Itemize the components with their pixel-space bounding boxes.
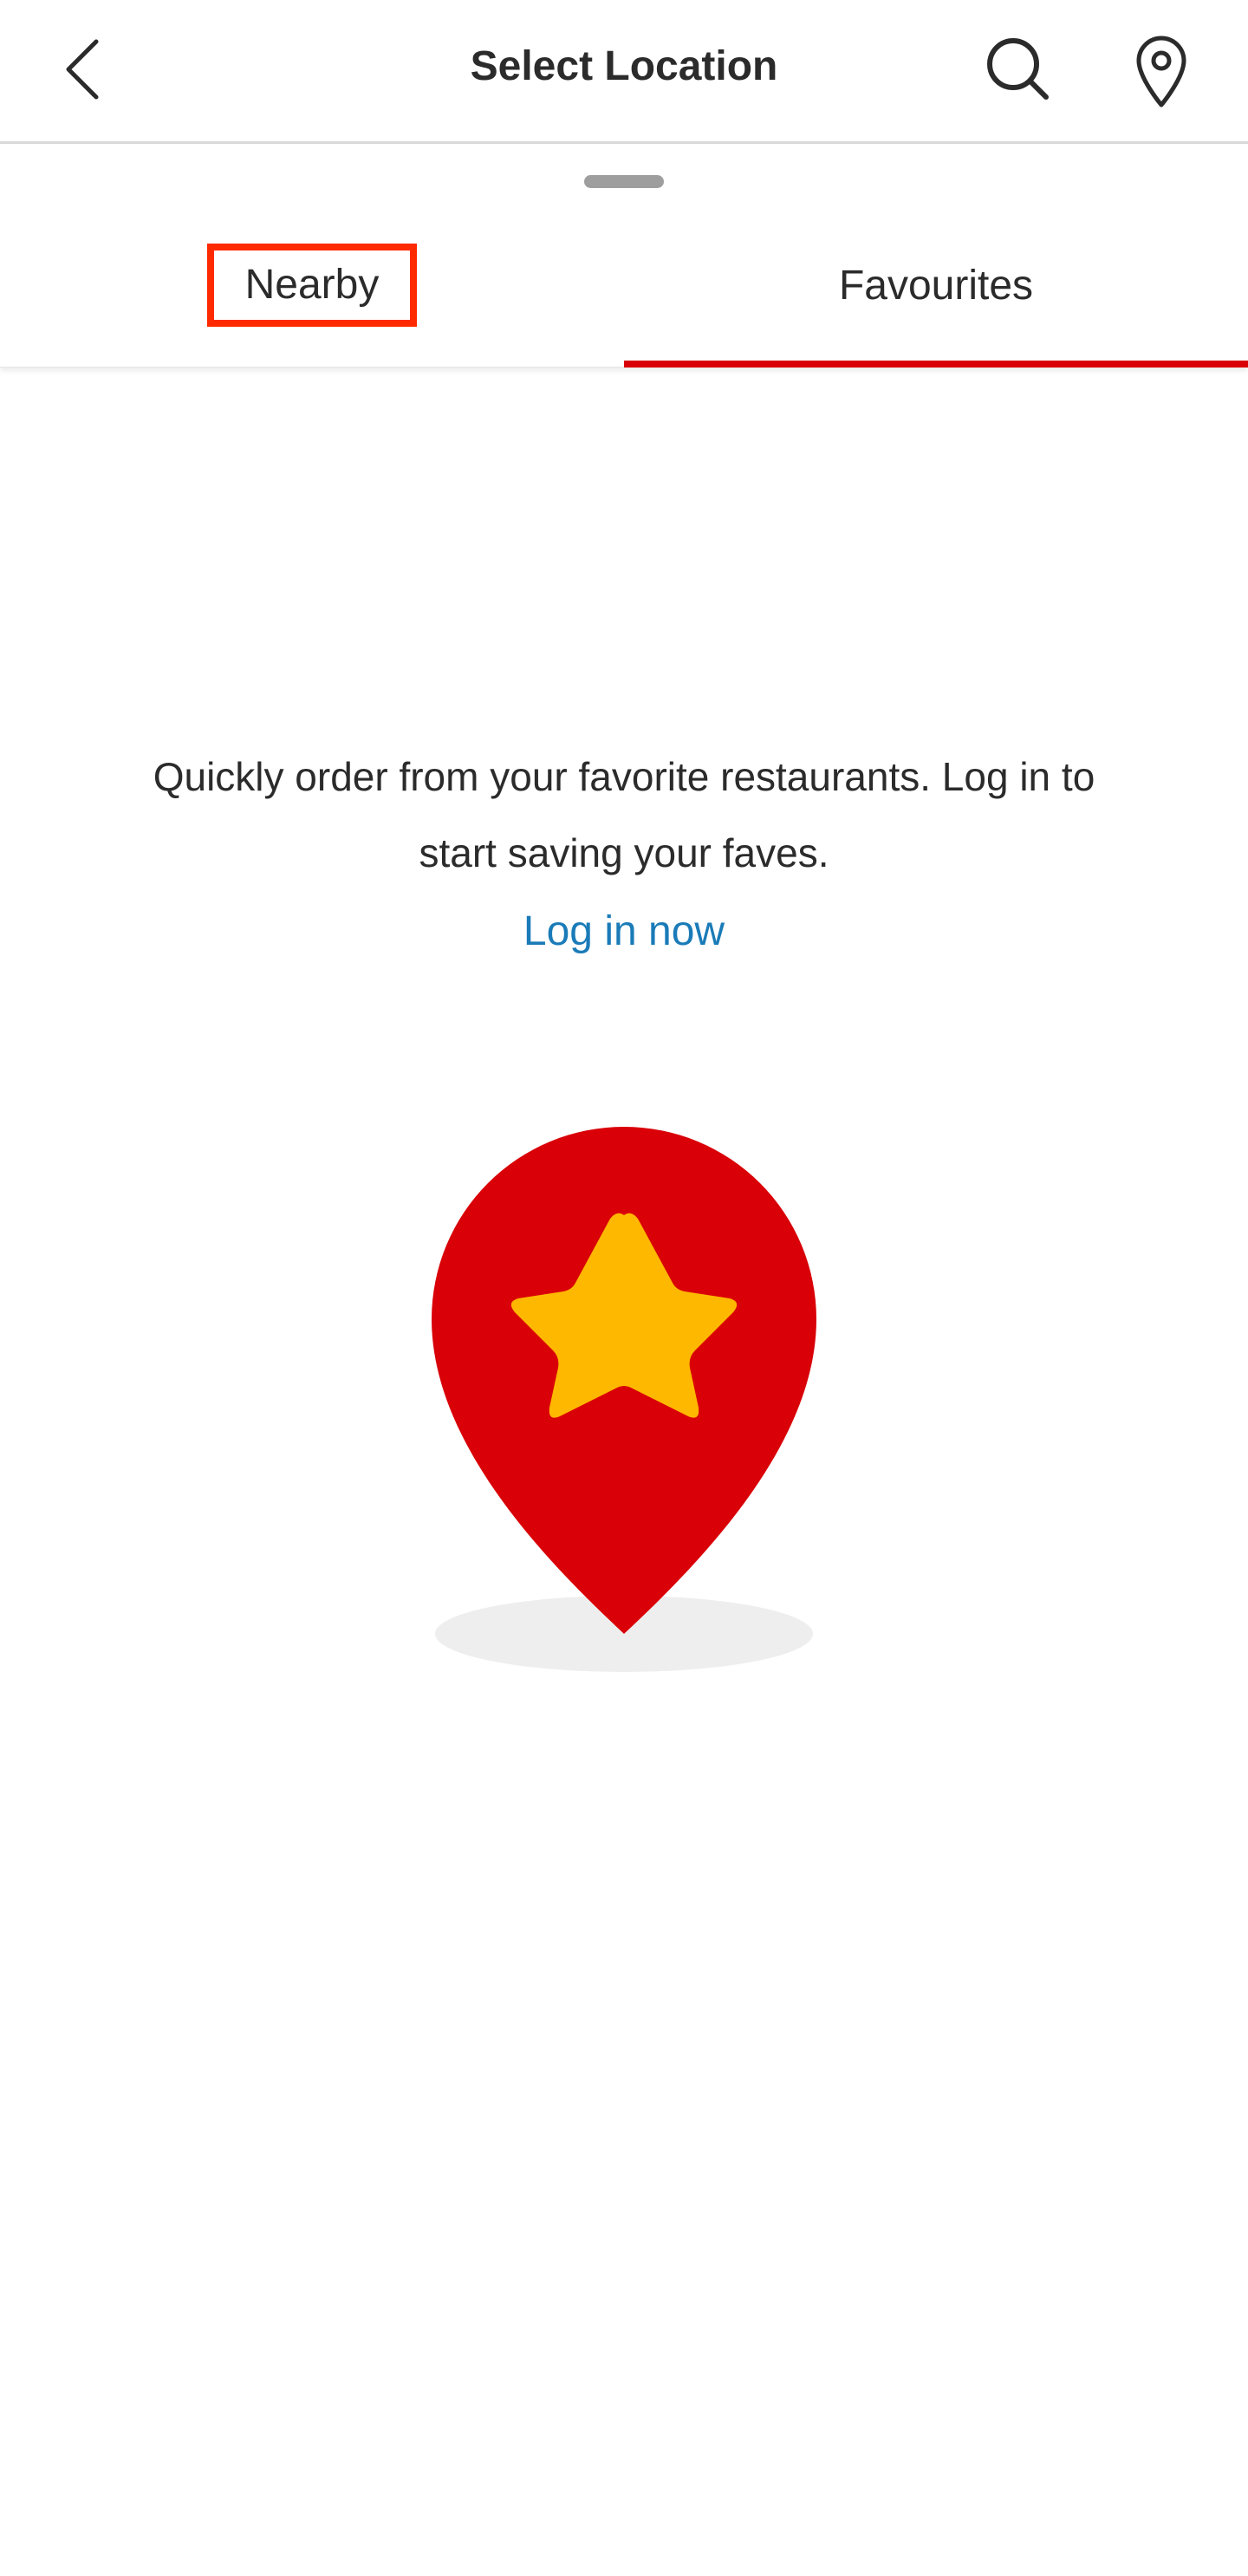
log-in-now-link[interactable]: Log in now: [0, 901, 1248, 962]
favorite-pin-illustration: [432, 1127, 816, 1672]
tab-nearby[interactable]: Nearby: [0, 217, 624, 368]
back-button[interactable]: [43, 26, 121, 113]
map-pin-icon: [1136, 36, 1186, 107]
tab-nearby-label: Nearby: [206, 244, 418, 327]
active-tab-indicator: [624, 361, 1248, 368]
select-location-screen: Select Location Nearby Favourites Quickl…: [0, 0, 1248, 2576]
tab-favourites[interactable]: Favourites: [624, 217, 1248, 368]
tab-favourites-label: Favourites: [838, 262, 1034, 309]
chevron-left-icon: [66, 39, 99, 100]
top-app-bar: Select Location: [0, 0, 1248, 144]
empty-state-message: Quickly order from your favorite restaur…: [153, 754, 1095, 875]
search-button[interactable]: [971, 26, 1066, 113]
sheet-drag-handle[interactable]: [584, 175, 664, 188]
search-icon: [987, 38, 1049, 100]
location-button[interactable]: [1118, 24, 1205, 120]
location-tabs: Nearby Favourites: [0, 217, 1248, 368]
